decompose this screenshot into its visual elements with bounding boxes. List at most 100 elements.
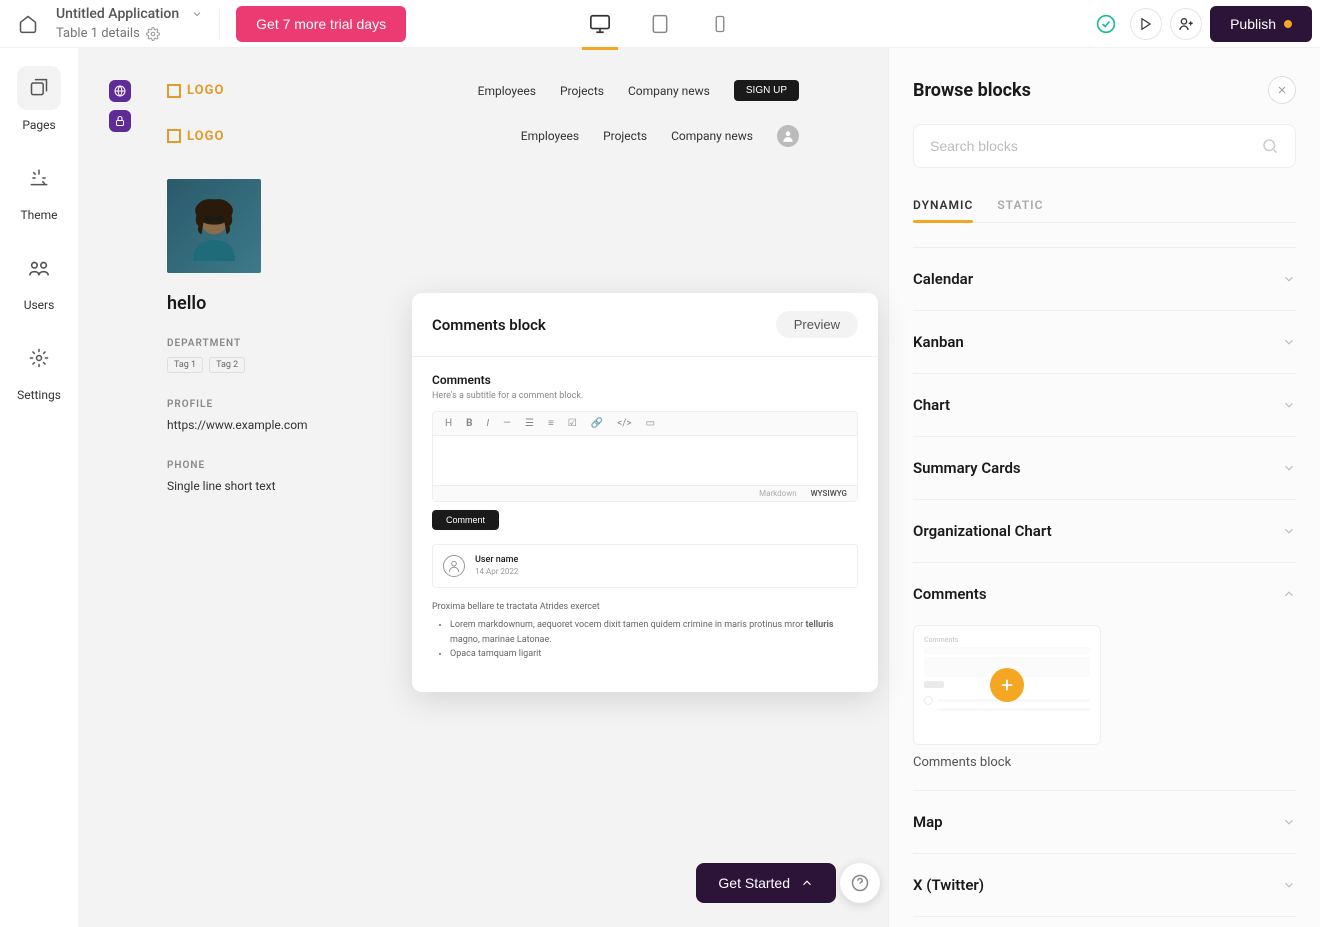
- checklist-tool[interactable]: ☑: [568, 418, 577, 429]
- category-title: Chart: [913, 396, 950, 414]
- mobile-device-button[interactable]: [702, 6, 738, 42]
- publish-button[interactable]: Publish: [1210, 6, 1312, 42]
- lock-icon: [114, 115, 126, 127]
- nav-employees[interactable]: Employees: [521, 129, 579, 143]
- page-icon-lock[interactable]: [109, 110, 131, 132]
- ol-tool[interactable]: ≡: [548, 418, 554, 429]
- logo-icon: [167, 129, 181, 143]
- nav-projects[interactable]: Projects: [603, 129, 647, 143]
- chevron-down-icon: [1282, 815, 1296, 829]
- comments-block-modal: Comments block Preview Comments Here's a…: [412, 293, 878, 692]
- add-block-button[interactable]: [990, 668, 1024, 702]
- logo[interactable]: LOGO: [167, 83, 224, 98]
- category-comments[interactable]: Comments: [913, 563, 1296, 625]
- comment-date: 14 Apr 2022: [475, 567, 518, 576]
- wysiwyg-tab[interactable]: WYSIWYG: [811, 489, 847, 498]
- block-card-comments[interactable]: Comments Comments block: [913, 625, 1101, 770]
- category-twitter[interactable]: X (Twitter): [913, 854, 1296, 916]
- chevron-down-icon[interactable]: [191, 8, 203, 20]
- link-tool[interactable]: 🔗: [591, 418, 603, 429]
- nav-company-news[interactable]: Company news: [671, 129, 753, 143]
- desktop-device-button[interactable]: [582, 6, 618, 42]
- help-button[interactable]: [840, 863, 880, 903]
- nav-projects[interactable]: Projects: [560, 84, 604, 98]
- category-title: Calendar: [913, 270, 973, 288]
- chevron-down-icon: [1282, 461, 1296, 475]
- code-tool[interactable]: </>: [617, 418, 631, 429]
- person-photo: [179, 191, 249, 261]
- tab-static[interactable]: STATIC: [997, 188, 1043, 222]
- markdown-tab[interactable]: Markdown: [759, 489, 797, 498]
- category-chart[interactable]: Chart: [913, 374, 1296, 436]
- tab-dynamic[interactable]: DYNAMIC: [913, 188, 973, 222]
- bold-tool[interactable]: B: [466, 418, 472, 429]
- trial-button[interactable]: Get 7 more trial days: [236, 6, 406, 42]
- status-indicator: [1090, 8, 1122, 40]
- comment-text: Proxima bellare te tractata Atrides exer…: [432, 600, 858, 614]
- ul-tool[interactable]: ☰: [525, 418, 534, 429]
- home-button[interactable]: [8, 4, 48, 44]
- settings-icon: [29, 348, 49, 368]
- block-label: Comments block: [913, 755, 1101, 770]
- category-title: X (Twitter): [913, 876, 984, 894]
- preview-nav-1: LOGO Employees Projects Company news SIG…: [143, 68, 823, 113]
- editor-textarea[interactable]: [433, 435, 857, 485]
- play-icon: [1139, 17, 1153, 31]
- sidebar-item-users[interactable]: Users: [17, 246, 61, 312]
- chevron-down-icon: [1282, 524, 1296, 538]
- category-title: Map: [913, 813, 943, 831]
- nav-employees[interactable]: Employees: [478, 84, 536, 98]
- page-icon-globe[interactable]: [109, 80, 131, 102]
- sidebar-label: Users: [24, 298, 55, 312]
- search-box[interactable]: [913, 124, 1296, 168]
- hr-tool[interactable]: —: [503, 418, 511, 429]
- signup-button[interactable]: SIGN UP: [734, 80, 799, 101]
- sidebar-item-pages[interactable]: Pages: [17, 66, 61, 132]
- close-button[interactable]: [1268, 76, 1296, 104]
- search-input[interactable]: [930, 138, 1261, 154]
- italic-tool[interactable]: I: [487, 418, 490, 429]
- tablet-device-button[interactable]: [642, 6, 678, 42]
- sidebar-label: Pages: [22, 118, 55, 132]
- category-kanban[interactable]: Kanban: [913, 311, 1296, 373]
- category-map[interactable]: Map: [913, 791, 1296, 853]
- chevron-down-icon: [1282, 335, 1296, 349]
- nav-company-news[interactable]: Company news: [628, 84, 710, 98]
- user-plus-icon: [1178, 16, 1194, 32]
- users-icon: [28, 257, 50, 279]
- user-icon: [447, 559, 461, 573]
- get-started-button[interactable]: Get Started: [696, 863, 836, 903]
- logo-text: LOGO: [187, 129, 224, 144]
- comment-username: User name: [475, 555, 518, 565]
- category-org[interactable]: Organizational Chart: [913, 500, 1296, 562]
- logo[interactable]: LOGO: [167, 129, 224, 144]
- add-user-button[interactable]: [1170, 8, 1202, 40]
- plus-icon: [998, 676, 1016, 694]
- close-icon: [1276, 84, 1288, 96]
- chevron-up-icon: [800, 876, 814, 890]
- sidebar-item-theme[interactable]: Theme: [17, 156, 61, 222]
- preview-button[interactable]: Preview: [776, 311, 858, 338]
- chevron-up-icon: [1282, 587, 1296, 601]
- browse-blocks-panel: Browse blocks DYNAMIC STATIC Calendar Ka…: [888, 48, 1320, 927]
- category-title: Comments: [913, 585, 987, 603]
- tag: Tag 1: [167, 357, 203, 373]
- category-calendar[interactable]: Calendar: [913, 248, 1296, 310]
- logo-text: LOGO: [187, 83, 224, 98]
- comment-editor[interactable]: H B I — ☰ ≡ ☑ 🔗 </> ▭ Markdown WYSIWYG: [432, 411, 858, 502]
- chevron-down-icon: [1282, 398, 1296, 412]
- get-started-label: Get Started: [718, 875, 790, 891]
- avatar[interactable]: [777, 125, 799, 147]
- check-circle-icon: [1096, 14, 1116, 34]
- heading-tool[interactable]: H: [445, 418, 452, 429]
- comment-submit-button[interactable]: Comment: [432, 510, 499, 530]
- question-icon: [851, 874, 869, 892]
- home-icon: [18, 14, 38, 34]
- play-button[interactable]: [1130, 8, 1162, 40]
- category-summary[interactable]: Summary Cards: [913, 437, 1296, 499]
- sidebar-item-settings[interactable]: Settings: [17, 336, 61, 402]
- category-title: Summary Cards: [913, 459, 1021, 477]
- gear-icon[interactable]: [146, 27, 160, 41]
- category-title: Organizational Chart: [913, 522, 1052, 540]
- codeblock-tool[interactable]: ▭: [646, 418, 655, 429]
